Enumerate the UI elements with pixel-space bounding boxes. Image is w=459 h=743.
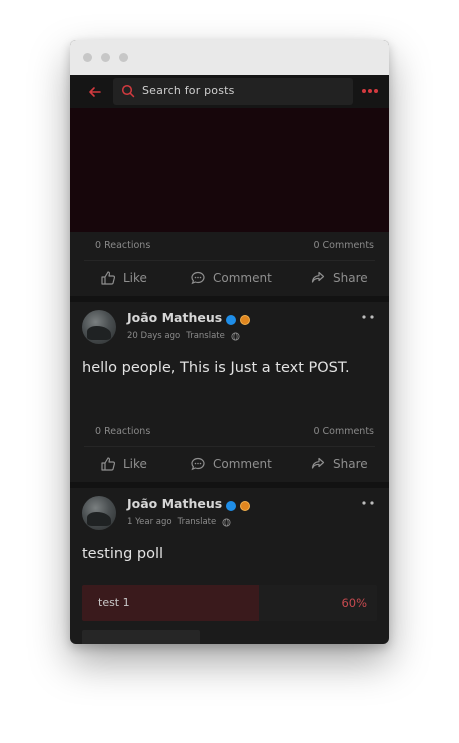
share-button[interactable]: Share <box>310 270 368 286</box>
more-menu-icon[interactable] <box>361 87 379 95</box>
thumbs-up-icon <box>101 457 116 471</box>
verified-badge-icon <box>226 501 236 511</box>
translate-link[interactable]: Translate <box>186 331 225 341</box>
comments-count[interactable]: 0 Comments <box>313 426 374 437</box>
author-name[interactable]: João Matheus <box>127 310 222 325</box>
comment-button[interactable]: Comment <box>190 456 272 472</box>
window-dot-minimize[interactable] <box>101 53 110 62</box>
comments-count[interactable]: 0 Comments <box>313 240 374 251</box>
post-stats: 0 Reactions 0 Comments <box>95 240 374 254</box>
poll-option[interactable] <box>82 630 200 644</box>
reactions-count[interactable]: 0 Reactions <box>95 426 150 437</box>
poll-option[interactable]: test 1 60% <box>82 585 377 621</box>
avatar[interactable] <box>82 496 116 530</box>
post-separator <box>70 296 389 302</box>
window-dot-close[interactable] <box>83 53 92 62</box>
post-actions: Like Comment Share <box>70 270 389 292</box>
window-dot-maximize[interactable] <box>119 53 128 62</box>
search-icon <box>121 84 135 98</box>
comment-button[interactable]: Comment <box>190 270 272 286</box>
post-stats: 0 Reactions 0 Comments <box>95 426 374 440</box>
mobile-window: Search for posts 0 Reactions 0 Comments … <box>70 40 389 644</box>
share-icon <box>311 271 325 283</box>
post-meta: 1 Year ago Translate <box>127 517 231 527</box>
comment-icon <box>191 457 205 471</box>
post-options-icon[interactable] <box>362 501 374 505</box>
window-titlebar <box>70 40 389 75</box>
post-meta: 20 Days ago Translate <box>127 331 240 341</box>
verified-badge-icon <box>226 315 236 325</box>
globe-icon <box>222 517 231 527</box>
author-name[interactable]: João Matheus <box>127 496 222 511</box>
post-actions: Like Comment Share <box>70 456 389 478</box>
post-text: hello people, This is Just a text POST. <box>82 360 350 376</box>
share-button[interactable]: Share <box>310 456 368 472</box>
pro-badge-icon <box>240 501 250 511</box>
comment-icon <box>191 271 205 285</box>
divider <box>84 260 375 261</box>
post-media[interactable] <box>70 108 389 232</box>
translate-link[interactable]: Translate <box>178 517 217 527</box>
post-options-icon[interactable] <box>362 315 374 319</box>
reactions-count[interactable]: 0 Reactions <box>95 240 150 251</box>
divider <box>84 446 375 447</box>
poll-option-label: test 1 <box>98 596 130 609</box>
like-button[interactable]: Like <box>100 456 147 472</box>
search-placeholder: Search for posts <box>142 84 235 97</box>
post-text: testing poll <box>82 546 164 562</box>
thumbs-up-icon <box>101 271 116 285</box>
globe-icon <box>231 331 240 341</box>
share-icon <box>311 457 325 469</box>
search-input[interactable]: Search for posts <box>113 78 353 105</box>
back-arrow-icon[interactable] <box>86 83 104 101</box>
poll-option-percent: 60% <box>341 596 367 610</box>
pro-badge-icon <box>240 315 250 325</box>
post-time: 20 Days ago <box>127 331 181 341</box>
post-separator <box>70 482 389 488</box>
post-time: 1 Year ago <box>127 517 172 527</box>
avatar[interactable] <box>82 310 116 344</box>
top-bar: Search for posts <box>70 75 389 108</box>
like-button[interactable]: Like <box>100 270 147 286</box>
